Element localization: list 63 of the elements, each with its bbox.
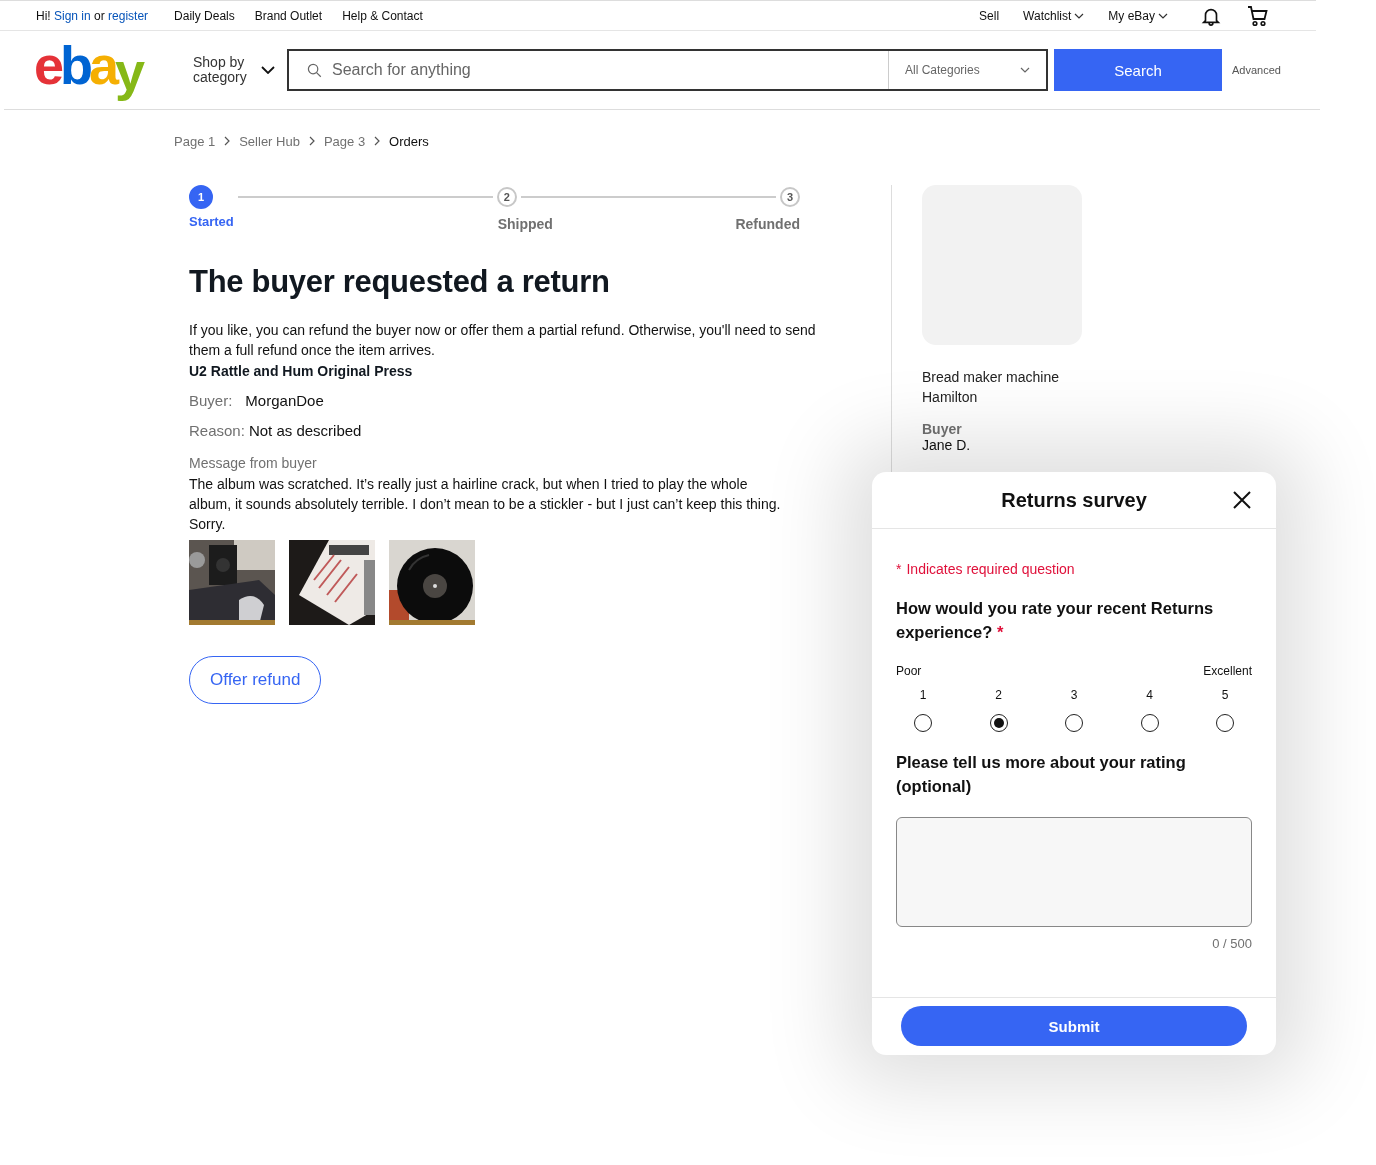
question-text: How would you rate your recent Returns experience? *: [896, 598, 1215, 643]
top-nav-link[interactable]: Sell: [979, 8, 1000, 23]
message-text: The album was scratched. It’s really just a hairline crack, but when I tried to play the whole album, it sounds absolutely terrible. I don’t mean to be a stickler - but I just can’t keep this thing. Sorry.: [189, 475, 782, 534]
buyer-name: Jane D.: [922, 437, 972, 453]
chevron-down-icon: [1020, 67, 1030, 73]
chevron-right-icon: [308, 136, 315, 146]
message-label: Message from buyer: [189, 455, 318, 471]
greeting-text: Hi! Sign in or register: [36, 8, 149, 23]
sign-in-link[interactable]: Sign in: [54, 8, 91, 23]
buyer-label: Buyer: [922, 421, 963, 437]
reason-label: Reason:: [189, 422, 245, 439]
offer-refund-button[interactable]: Offer refund: [189, 656, 322, 704]
close-icon[interactable]: [1232, 490, 1252, 510]
required-asterisk: *: [896, 561, 902, 577]
top-nav-link[interactable]: Brand Outlet: [254, 8, 323, 23]
chevron-right-icon: [374, 136, 381, 146]
character-counter: 0 / 500: [1211, 936, 1252, 951]
rating-number: 4: [1146, 688, 1153, 702]
scale-high-label: Excellent: [1203, 664, 1252, 678]
step-indicator: 2: [496, 187, 517, 207]
submit-button[interactable]: Submit: [901, 1006, 1247, 1046]
breadcrumb-link[interactable]: Page 3: [323, 133, 366, 149]
chevron-right-icon: [224, 136, 231, 146]
advanced-search-link[interactable]: Advanced: [1232, 64, 1281, 76]
rating-number: 2: [995, 688, 1002, 702]
step-indicator: 1: [189, 185, 213, 209]
chevron-down-icon: [261, 66, 275, 74]
buyer-label: Buyer:: [189, 392, 233, 409]
chevron-down-icon: [1074, 12, 1085, 19]
search-button[interactable]: Search: [1054, 49, 1222, 91]
register-link[interactable]: register: [108, 8, 149, 23]
rating-number: 3: [1070, 688, 1078, 702]
chevron-down-icon: [1158, 12, 1168, 19]
top-nav-link[interactable]: Help & Contact: [342, 8, 423, 23]
step-label: Started: [189, 214, 234, 229]
intro-text: If you like, you can refund the buyer now or offer them a partial refund. Otherwise, you'll need to send them a full refund once the item arrives.: [189, 321, 817, 360]
search-icon: [307, 62, 322, 78]
scale-low-label: Poor: [896, 664, 922, 678]
cart-icon[interactable]: [1246, 3, 1270, 28]
step-label: Refunded: [735, 216, 800, 232]
top-nav-link[interactable]: Watchlist: [1023, 8, 1085, 23]
rating-number: 1: [919, 688, 927, 702]
shop-by-category-button[interactable]: Shop by category: [193, 55, 275, 85]
dialog-title: Returns survey: [1001, 488, 1147, 512]
question-text: Please tell us more about your rating (optional): [896, 752, 1187, 797]
step-indicator: 3: [780, 187, 800, 207]
product-name: Bread maker machine Hamilton: [922, 368, 1060, 407]
breadcrumb-link[interactable]: Page 1: [174, 133, 216, 149]
search-field[interactable]: Search for anything All Categories: [287, 49, 1048, 91]
top-nav-link[interactable]: My eBay: [1108, 8, 1168, 23]
breadcrumb-link[interactable]: Orders: [389, 133, 429, 149]
item-name: U2 Rattle and Hum Original Press: [189, 363, 414, 379]
page-title: The buyer requested a return: [189, 264, 611, 300]
ebay-logo[interactable]: ebay: [34, 33, 167, 107]
step-label: Shipped: [497, 216, 553, 232]
category-dropdown[interactable]: All Categories: [888, 51, 1046, 89]
top-nav-link[interactable]: Daily Deals: [174, 8, 235, 23]
comment-field[interactable]: [896, 817, 1252, 927]
rating-number: 5: [1221, 688, 1229, 702]
required-note: Indicates required question: [906, 561, 1075, 577]
breadcrumb-link[interactable]: Seller Hub: [239, 133, 300, 149]
buyer-name: MorganDoe: [245, 392, 324, 409]
reason-text: Not as described: [248, 422, 362, 439]
